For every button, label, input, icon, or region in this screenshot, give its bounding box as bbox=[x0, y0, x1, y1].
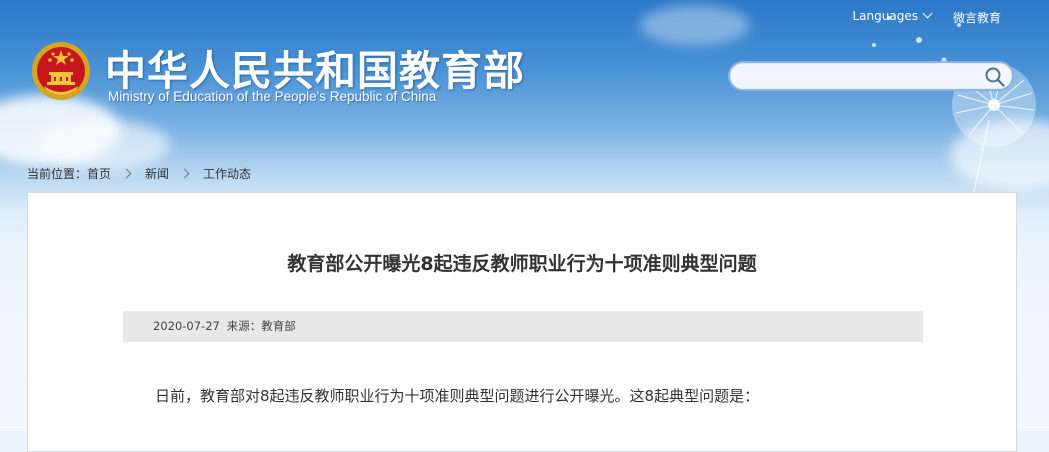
article-meta-bar: 2020-07-27 来源：教育部 bbox=[123, 311, 923, 342]
site-subtitle: Ministry of Education of the People's Re… bbox=[108, 89, 437, 104]
search-input[interactable] bbox=[742, 63, 986, 91]
breadcrumb-home[interactable]: 首页 bbox=[87, 165, 111, 182]
article-body-paragraph: 日前，教育部对8起违反教师职业行为十项准则典型问题进行公开曝光。这8起典型问题是… bbox=[155, 387, 760, 405]
languages-label: Languages bbox=[852, 9, 918, 23]
top-links: Languages 微言教育 bbox=[852, 8, 1001, 26]
breadcrumb-prefix: 当前位置： bbox=[27, 167, 88, 181]
breadcrumb-separator-icon bbox=[179, 168, 190, 179]
cloud-decoration bbox=[40, 120, 170, 170]
site-title[interactable]: 中华人民共和国教育部 bbox=[105, 37, 525, 97]
article-panel: 教育部公开曝光8起违反教师职业行为十项准则典型问题 2020-07-27 来源：… bbox=[27, 192, 1017, 452]
dandelion-decoration bbox=[872, 16, 1036, 215]
cloud-decoration bbox=[640, 5, 750, 45]
breadcrumb-work-updates[interactable]: 工作动态 bbox=[203, 165, 251, 182]
weibo-link[interactable]: 微言教育 bbox=[953, 9, 1001, 26]
national-emblem-icon bbox=[32, 42, 90, 100]
article-source: 来源：教育部 bbox=[226, 319, 296, 333]
breadcrumb-news[interactable]: 新闻 bbox=[145, 165, 169, 182]
search-box bbox=[728, 61, 1014, 91]
breadcrumb-separator-icon bbox=[121, 168, 132, 179]
article-date: 2020-07-27 bbox=[153, 319, 220, 333]
breadcrumb: 当前位置： 首页 新闻 工作动态 bbox=[27, 165, 251, 182]
chevron-down-icon bbox=[922, 8, 933, 19]
search-icon[interactable] bbox=[984, 66, 1006, 88]
article-title: 教育部公开曝光8起违反教师职业行为十项准则典型问题 bbox=[287, 253, 757, 275]
languages-menu[interactable]: Languages bbox=[852, 8, 933, 26]
